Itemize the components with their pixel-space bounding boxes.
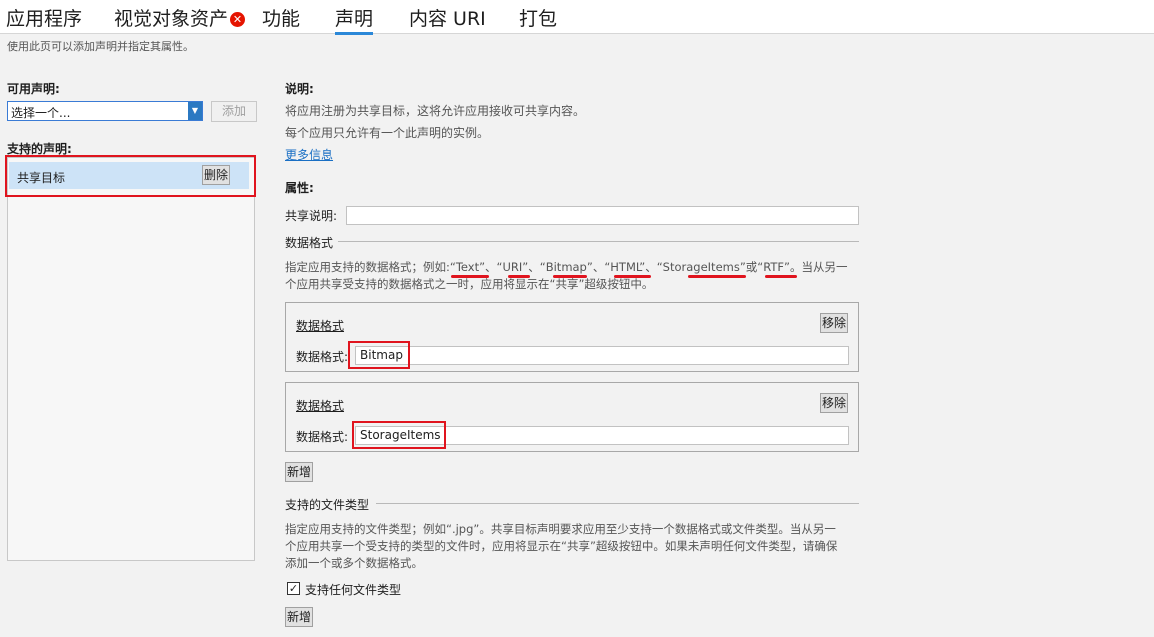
tab-application[interactable]: 应用程序: [6, 4, 82, 31]
add-data-format-button[interactable]: 新增: [285, 462, 313, 482]
chevron-down-icon[interactable]: ▼: [188, 102, 202, 120]
add-file-type-button[interactable]: 新增: [285, 607, 313, 627]
data-formats-help-1: 指定应用支持的数据格式；例如:“Text”、“URI”、“Bitmap”、“HT…: [285, 260, 848, 274]
file-types-help-3: 添加一个或多个数据格式。: [285, 556, 423, 570]
annotation-underline: [765, 275, 797, 278]
annotation-underline: [451, 275, 489, 278]
description-line-1: 将应用注册为共享目标，这将允许应用接收可共享内容。: [285, 104, 586, 118]
section-divider: [376, 503, 859, 504]
tab-capabilities[interactable]: 功能: [262, 4, 300, 31]
declaration-select-value: 选择一个...: [11, 106, 71, 120]
tab-packaging[interactable]: 打包: [519, 4, 557, 31]
supported-declarations-list: [7, 157, 255, 561]
file-types-help-2: 个应用共享一个受支持的类型的文件时，应用将显示在“共享”超级按钮中。如果未声明任…: [285, 539, 838, 553]
remove-data-format-button[interactable]: 移除: [820, 393, 848, 413]
data-format-input[interactable]: Bitmap: [355, 346, 849, 365]
tab-declarations[interactable]: 声明: [335, 4, 374, 35]
data-formats-section-title: 数据格式: [285, 236, 334, 250]
tab-visual-assets-label: 视觉对象资产: [114, 8, 229, 30]
description-title: 说明:: [285, 82, 314, 96]
data-format-field-label: 数据格式:: [296, 430, 349, 444]
available-declarations-label: 可用声明:: [7, 82, 60, 96]
file-types-section-title: 支持的文件类型: [285, 498, 370, 512]
data-format-header: 数据格式: [296, 399, 345, 413]
share-description-label: 共享说明:: [285, 209, 338, 223]
more-info-link[interactable]: 更多信息: [285, 146, 333, 163]
any-file-type-checkbox[interactable]: ✓: [287, 582, 300, 595]
properties-title: 属性:: [285, 181, 314, 195]
declaration-select[interactable]: 选择一个... ▼: [7, 101, 203, 121]
annotation-underline: [553, 275, 587, 278]
description-line-2: 每个应用只允许有一个此声明的实例。: [285, 126, 490, 140]
data-formats-help-2: 个应用共享受支持的数据格式之一时，应用将显示在“共享”超级按钮中。: [285, 277, 654, 291]
remove-data-format-button[interactable]: 移除: [820, 313, 848, 333]
share-description-input[interactable]: [346, 206, 859, 225]
file-types-help-1: 指定应用支持的文件类型；例如“.jpg”。共享目标声明要求应用至少支持一个数据格…: [285, 522, 836, 536]
annotation-underline: [614, 275, 651, 278]
section-divider: [338, 241, 859, 242]
annotation-underline: [688, 275, 746, 278]
data-format-field-label: 数据格式:: [296, 350, 349, 364]
annotation-box: [352, 421, 446, 449]
tab-visual-assets[interactable]: 视觉对象资产 ✕: [114, 4, 246, 31]
any-file-type-label: 支持任何文件类型: [305, 583, 402, 597]
tab-bar: 应用程序 视觉对象资产 ✕ 功能 声明 内容 URI 打包: [0, 0, 1154, 35]
annotation-underline: [508, 275, 530, 278]
page-subtitle: 使用此页可以添加声明并指定其属性。: [7, 40, 194, 53]
add-button[interactable]: 添加: [211, 101, 257, 122]
annotation-box: [348, 341, 410, 369]
tab-content-uris[interactable]: 内容 URI: [409, 4, 486, 31]
data-format-header: 数据格式: [296, 319, 345, 333]
annotation-box: [5, 155, 256, 197]
error-icon: ✕: [230, 12, 246, 27]
